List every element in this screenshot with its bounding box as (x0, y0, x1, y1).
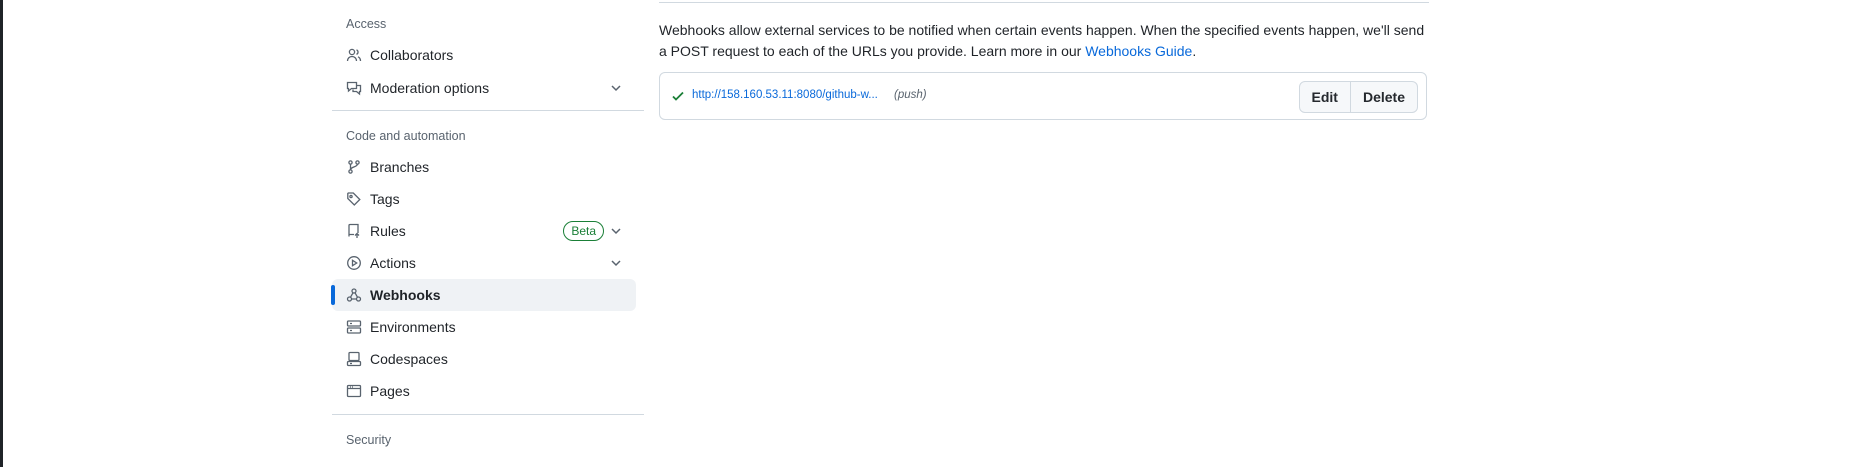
chevron-down-icon[interactable] (608, 80, 624, 96)
sidebar-item-collaborators[interactable]: Collaborators (332, 39, 636, 71)
codespaces-icon (346, 351, 362, 367)
webhooks-description: Webhooks allow external services to be n… (659, 20, 1429, 62)
chevron-down-icon[interactable] (608, 255, 624, 271)
sidebar-item-label: Codespaces (370, 351, 448, 367)
server-icon (346, 319, 362, 335)
browser-icon (346, 383, 362, 399)
git-branch-icon (346, 159, 362, 175)
edit-button[interactable]: Edit (1298, 81, 1351, 113)
sidebar-item-pages[interactable]: Pages (332, 375, 636, 407)
sidebar-item-label: Tags (370, 191, 400, 207)
sidebar-heading-code-automation: Code and automation (346, 129, 466, 143)
sidebar-item-label: Actions (370, 255, 416, 271)
sidebar-item-moderation-options[interactable]: Moderation options (332, 72, 636, 104)
sidebar-item-label: Moderation options (370, 80, 490, 96)
webhooks-guide-link[interactable]: Webhooks Guide (1085, 43, 1192, 59)
play-icon (346, 255, 362, 271)
check-icon (670, 88, 686, 104)
sidebar-item-label: Rules (370, 223, 406, 239)
sidebar-divider (332, 110, 644, 111)
sidebar-item-environments[interactable]: Environments (332, 311, 636, 343)
sidebar-item-label: Collaborators (370, 47, 454, 63)
sidebar-item-rules[interactable]: Rules Beta (332, 215, 636, 247)
beta-badge: Beta (563, 221, 604, 241)
sidebar-item-actions[interactable]: Actions (332, 247, 636, 279)
sidebar-heading-security: Security (346, 433, 392, 447)
webhook-events: (push) (894, 89, 927, 101)
description-text: Webhooks allow external services to be n… (659, 22, 1425, 59)
sidebar-item-label: Webhooks (370, 287, 441, 303)
webhook-actions: Edit Delete (1298, 81, 1418, 113)
webhook-url-link[interactable]: http://158.160.53.11:8080/github-w... (692, 89, 878, 101)
sidebar-divider (332, 414, 644, 415)
delete-button[interactable]: Delete (1350, 81, 1418, 113)
sidebar-item-codespaces[interactable]: Codespaces (332, 343, 636, 375)
comment-discussion-icon (346, 80, 362, 96)
sidebar-heading-access: Access (346, 17, 387, 31)
webhook-list-item: http://158.160.53.11:8080/github-w... (p… (659, 72, 1427, 120)
chevron-down-icon[interactable] (608, 223, 624, 239)
sidebar-item-branches[interactable]: Branches (332, 151, 636, 183)
description-end: . (1192, 43, 1197, 59)
section-divider (659, 2, 1429, 3)
repo-push-icon (346, 223, 362, 239)
sidebar-item-label: Environments (370, 319, 456, 335)
sidebar-item-label: Pages (370, 383, 410, 399)
tag-icon (346, 191, 362, 207)
webhook-icon (346, 287, 362, 303)
window-left-edge (0, 0, 3, 467)
sidebar-item-tags[interactable]: Tags (332, 183, 636, 215)
sidebar-item-webhooks[interactable]: Webhooks (331, 279, 636, 311)
sidebar-item-label: Branches (370, 159, 430, 175)
people-icon (346, 47, 362, 63)
